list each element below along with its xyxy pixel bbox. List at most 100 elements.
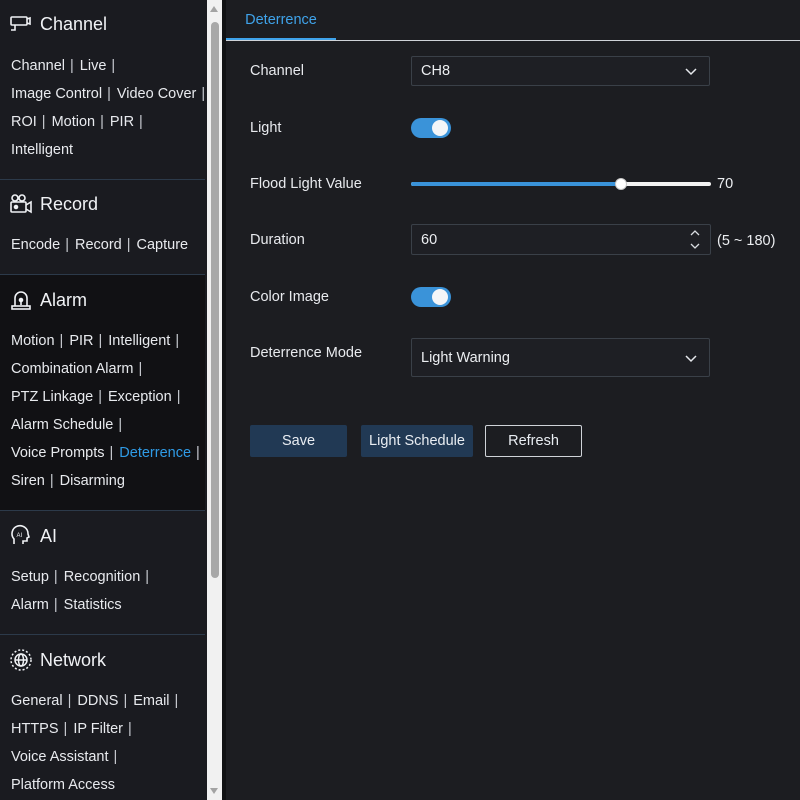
slider-fill xyxy=(411,182,621,186)
scroll-down-arrow-icon[interactable] xyxy=(210,788,218,794)
menu-item-deterrence[interactable]: Deterrence xyxy=(119,445,191,461)
menu-item-intelligent[interactable]: Intelligent xyxy=(108,333,170,349)
duration-input[interactable] xyxy=(411,224,711,255)
refresh-button[interactable]: Refresh xyxy=(485,425,582,457)
scrollbar-thumb[interactable] xyxy=(211,22,219,578)
menu-item-exception[interactable]: Exception xyxy=(108,389,172,405)
menu-item-motion[interactable]: Motion xyxy=(52,114,96,130)
menu-item-setup[interactable]: Setup xyxy=(11,569,49,585)
menu-item-ddns[interactable]: DDNS xyxy=(77,693,118,709)
tab-bar: Deterrence xyxy=(226,0,800,41)
menu-item-alarm-schedule[interactable]: Alarm Schedule xyxy=(11,417,113,433)
ai-head-icon: AI xyxy=(11,524,30,544)
section-ai: AI AI Setup | Recognition | Alarm | Statistic… xyxy=(0,511,205,635)
submenu-row: ROI | Motion | PIR | xyxy=(11,114,143,130)
menu-item-motion[interactable]: Motion xyxy=(11,333,55,349)
menu-item-voice-prompts[interactable]: Voice Prompts xyxy=(11,445,105,461)
section-title: Alarm xyxy=(40,289,88,310)
submenu-row: Motion | PIR | Intelligent | xyxy=(11,333,180,349)
menu-item-ptz-linkage[interactable]: PTZ Linkage xyxy=(11,389,93,405)
section-ai-header[interactable]: AI AI xyxy=(9,524,57,548)
scroll-up-arrow-icon[interactable] xyxy=(210,6,218,12)
submenu-row: Alarm Schedule | xyxy=(11,417,123,433)
section-title: Record xyxy=(40,193,99,214)
chevron-down-icon xyxy=(685,354,697,362)
submenu-row: Platform Access xyxy=(11,777,115,793)
menu-item-intelligent[interactable]: Intelligent xyxy=(11,142,73,158)
channel-select[interactable]: CH8 xyxy=(411,56,710,86)
duration-stepper[interactable] xyxy=(688,228,702,252)
menu-item-image-control[interactable]: Image Control xyxy=(11,86,102,102)
menu-item-pir[interactable]: PIR xyxy=(110,114,134,130)
globe-icon xyxy=(10,649,32,671)
menu-item-encode[interactable]: Encode xyxy=(11,237,60,253)
submenu-row: Intelligent xyxy=(11,142,73,158)
menu-item-live[interactable]: Live xyxy=(80,58,107,74)
section-network: Network General | DDNS | Email | HTTPS | IP Fil… xyxy=(0,635,205,800)
submenu-row: Channel | Live | xyxy=(11,58,116,74)
submenu-row: Alarm | Statistics xyxy=(11,597,122,613)
chevron-down-icon[interactable] xyxy=(689,240,701,251)
camera-icon xyxy=(10,16,31,31)
submenu-row: General | DDNS | Email | xyxy=(11,693,179,709)
menu-item-combination-alarm[interactable]: Combination Alarm xyxy=(11,361,134,377)
slider-thumb[interactable] xyxy=(615,178,627,190)
section-title: Channel xyxy=(40,13,108,34)
chevron-up-icon[interactable] xyxy=(689,228,701,239)
main-panel: Deterrence Channel CH8 Light Flood Light… xyxy=(226,0,800,800)
save-button[interactable]: Save xyxy=(250,425,347,457)
alarm-light-icon xyxy=(11,291,31,310)
menu-item-ip-filter[interactable]: IP Filter xyxy=(73,721,123,737)
light-toggle[interactable] xyxy=(411,118,451,138)
menu-item-channel[interactable]: Channel xyxy=(11,58,65,74)
menu-item-statistics[interactable]: Statistics xyxy=(64,597,122,613)
section-alarm-header[interactable]: Alarm xyxy=(9,288,87,312)
section-alarm: Alarm Motion | PIR | Intelligent | Combinatio… xyxy=(0,275,205,511)
menu-item-record[interactable]: Record xyxy=(75,237,122,253)
sidebar: Channel Channel | Live | Image Control | Vide… xyxy=(0,0,207,800)
menu-item-platform-access[interactable]: Platform Access xyxy=(11,777,115,793)
toggle-knob xyxy=(432,120,448,136)
channel-label: Channel xyxy=(250,63,305,79)
menu-item-voice-assistant[interactable]: Voice Assistant xyxy=(11,749,109,765)
menu-item-general[interactable]: General xyxy=(11,693,63,709)
duration-range-hint: (5 ~ 180) xyxy=(717,233,776,249)
menu-item-video-cover[interactable]: Video Cover xyxy=(117,86,197,102)
submenu-row: Siren | Disarming xyxy=(11,473,125,489)
menu-item-pir[interactable]: PIR xyxy=(69,333,93,349)
channel-select-value: CH8 xyxy=(421,63,451,79)
section-record-header[interactable]: Record xyxy=(9,192,98,216)
light-schedule-button[interactable]: Light Schedule xyxy=(361,425,473,457)
section-record: Record Encode | Record | Capture xyxy=(0,179,205,275)
submenu-row: Combination Alarm | xyxy=(11,361,143,377)
video-record-icon xyxy=(10,194,32,214)
menu-item-roi[interactable]: ROI xyxy=(11,114,37,130)
flood-light-slider[interactable] xyxy=(411,178,711,190)
deterrence-mode-select[interactable]: Light Warning xyxy=(411,338,710,377)
section-title: Network xyxy=(40,649,107,670)
tab-deterrence[interactable]: Deterrence xyxy=(226,0,336,40)
section-channel-header[interactable]: Channel xyxy=(9,12,107,36)
section-title: AI xyxy=(40,525,58,546)
submenu-row: Voice Assistant | xyxy=(11,749,118,765)
duration-label: Duration xyxy=(250,232,305,248)
chevron-down-icon xyxy=(685,68,697,76)
menu-item-disarming[interactable]: Disarming xyxy=(60,473,125,489)
submenu-row: Voice Prompts | Deterrence | xyxy=(11,445,200,461)
submenu-row: Setup | Recognition | xyxy=(11,569,150,585)
section-network-header[interactable]: Network xyxy=(9,648,106,672)
submenu-row: Image Control | Video Cover | xyxy=(11,86,206,102)
submenu-row: HTTPS | IP Filter | xyxy=(11,721,132,737)
menu-item-capture[interactable]: Capture xyxy=(137,237,189,253)
deterrence-mode-label: Deterrence Mode xyxy=(250,345,363,361)
menu-item-siren[interactable]: Siren xyxy=(11,473,45,489)
svg-text:AI: AI xyxy=(17,533,23,539)
menu-item-email[interactable]: Email xyxy=(133,693,169,709)
menu-item-alarm[interactable]: Alarm xyxy=(11,597,49,613)
menu-item-https[interactable]: HTTPS xyxy=(11,721,59,737)
color-image-label: Color Image xyxy=(250,289,329,305)
color-image-toggle[interactable] xyxy=(411,287,451,307)
submenu-row: PTZ Linkage | Exception | xyxy=(11,389,181,405)
sidebar-scrollbar[interactable] xyxy=(207,0,222,800)
menu-item-recognition[interactable]: Recognition xyxy=(64,569,141,585)
